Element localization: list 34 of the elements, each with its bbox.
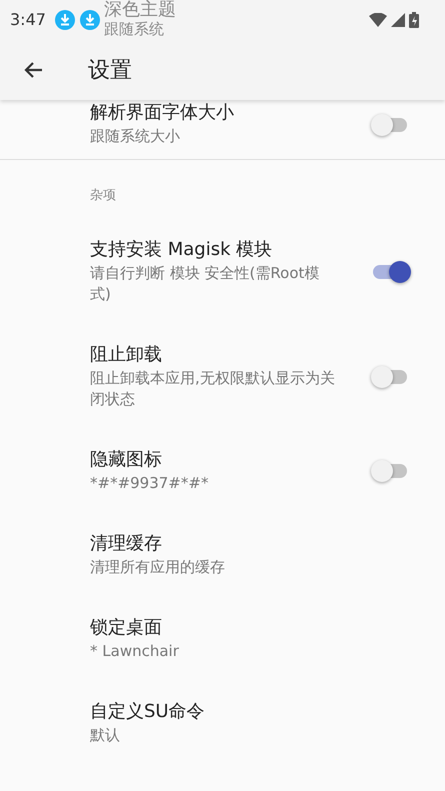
item-title: 阻止卸载: [90, 342, 163, 366]
item-subtitle: * Lawnchair: [90, 640, 180, 662]
settings-item[interactable]: 清理缓存 清理所有应用的缓存: [0, 512, 445, 596]
item-subtitle: 阻止卸载本应用,无权限默认显示为关闭状态: [90, 368, 335, 410]
item-subtitle: 跟随系统大小: [90, 126, 181, 147]
section-header: 杂项: [89, 187, 117, 205]
item-subtitle: 请自行判断 模块 安全性(需Root模式): [90, 262, 320, 304]
download-icon: [54, 10, 75, 30]
item-subtitle: 清理所有应用的缓存: [90, 556, 226, 578]
status-time: 3:47: [10, 9, 46, 31]
settings-item[interactable]: 支持安装 Magisk 模块 请自行判断 模块 安全性(需Root模式): [0, 218, 445, 322]
download-icon: [80, 10, 100, 30]
settings-item[interactable]: 锁定桌面 * Lawnchair: [0, 596, 445, 680]
item-title: 支持安装 Magisk 模块: [90, 238, 274, 262]
signal-icon: [391, 13, 405, 27]
toggle-switch[interactable]: [371, 366, 407, 386]
item-title: 解析界面字体大小: [90, 101, 235, 125]
settings-item[interactable]: 阻止卸载 阻止卸载本应用,无权限默认显示为关闭状态: [0, 322, 445, 428]
settings-item[interactable]: 自定义SU命令 默认: [0, 680, 445, 764]
page-title: 设置: [88, 56, 132, 84]
battery-icon: [409, 12, 419, 28]
settings-item[interactable]: 隐藏图标 *#*#9937#*#*: [0, 428, 445, 512]
faded-title: 深色主题: [104, 0, 176, 21]
item-subtitle: 默认: [90, 724, 121, 746]
faded-subtitle: 跟随系统: [104, 20, 165, 38]
item-title: 锁定桌面: [90, 616, 163, 640]
toggle-switch[interactable]: [371, 460, 407, 480]
item-title: 清理缓存: [90, 532, 163, 556]
item-title: 自定义SU命令: [90, 700, 206, 724]
wifi-icon: [369, 13, 387, 27]
item-title: 隐藏图标: [90, 448, 163, 472]
settings-item[interactable]: 解析界面字体大小 跟随系统大小: [0, 100, 445, 159]
item-subtitle: *#*#9937#*#*: [90, 472, 210, 494]
toggle-switch[interactable]: [371, 114, 407, 134]
